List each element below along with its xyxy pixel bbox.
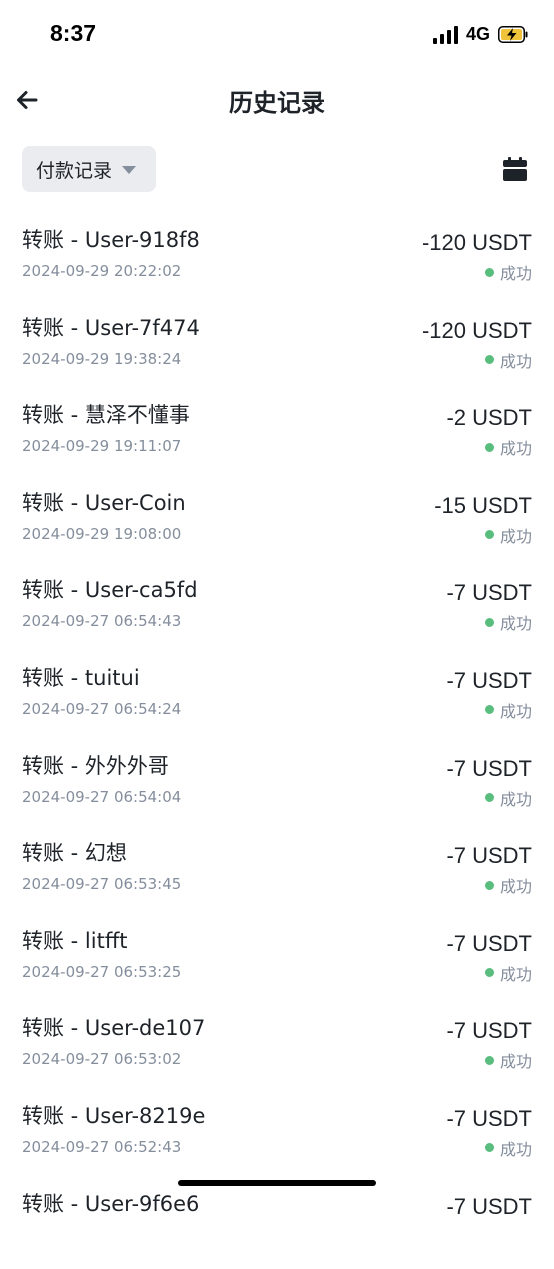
record-amount: -7 USDT	[446, 1018, 532, 1044]
record-item[interactable]: 转账 - User-918f8 2024-09-29 20:22:02 -120 U…	[0, 218, 554, 306]
record-status: 成功	[484, 348, 532, 372]
record-time: 2024-09-29 19:08:00	[22, 524, 182, 543]
record-item[interactable]: 转账 - 慧泽不懂事 2024-09-29 19:11:07 -2 USDT 成功	[0, 393, 554, 481]
record-title: 转账 - 慧泽不懂事	[22, 403, 190, 428]
record-status-label: 成功	[499, 614, 532, 634]
record-amount: -7 USDT	[446, 843, 532, 869]
battery-charging-icon	[498, 26, 528, 43]
record-time: 2024-09-29 20:22:02	[22, 262, 182, 280]
record-status-label: 成功	[499, 526, 532, 546]
record-status-label: 成功	[499, 789, 532, 809]
record-status: 成功	[484, 1136, 532, 1160]
record-status: 成功	[484, 786, 532, 810]
success-dot-icon	[484, 442, 494, 452]
record-type-dropdown[interactable]: 付款记录	[22, 146, 157, 192]
success-dot-icon	[484, 1143, 494, 1153]
record-amount: -7 USDT	[446, 930, 532, 956]
record-amount: -120 USDT	[421, 317, 532, 343]
record-item[interactable]: 转账 - User-7f474 2024-09-29 19:38:24 -120 U…	[0, 306, 554, 394]
record-status: 成功	[484, 523, 532, 547]
record-amount: -7 USDT	[446, 1193, 532, 1219]
record-title: 转账 - User-8219e	[22, 1103, 206, 1128]
record-status-label: 成功	[499, 264, 532, 283]
filter-row: 付款记录	[0, 146, 554, 194]
record-type-label: 付款记录	[36, 159, 113, 182]
record-amount: -2 USDT	[446, 405, 532, 431]
record-status-label: 成功	[499, 877, 532, 897]
record-status: 成功	[484, 260, 532, 284]
record-title: 转账 - User-Coin	[22, 490, 186, 515]
success-dot-icon	[484, 793, 494, 803]
status-time: 8:37	[50, 20, 97, 46]
success-dot-icon	[484, 355, 494, 365]
record-status: 成功	[484, 873, 532, 897]
record-item[interactable]: 转账 - User-Coin 2024-09-29 19:08:00 -15 USD…	[0, 481, 554, 569]
header: 历史记录	[0, 70, 554, 130]
record-status: 成功	[484, 610, 532, 634]
record-amount: -7 USDT	[446, 580, 532, 606]
record-status-label: 成功	[499, 1052, 532, 1072]
record-item[interactable]: 转账 - litfft 2024-09-27 06:53:25 -7 USDT 成功	[0, 919, 554, 1007]
record-list: 转账 - User-918f8 2024-09-29 20:22:02 -120 U…	[0, 218, 554, 1269]
network-label: 4G	[465, 24, 490, 44]
record-time: 2024-09-27 06:53:02	[22, 1050, 182, 1069]
record-time: 2024-09-27 06:54:04	[22, 787, 182, 806]
record-item[interactable]: 转账 - User-ca5fd 2024-09-27 06:54:43 -7 USD…	[0, 568, 554, 656]
record-status: 成功	[484, 1048, 532, 1072]
record-amount: -7 USDT	[446, 755, 532, 781]
record-amount: -7 USDT	[446, 667, 532, 693]
record-status-label: 成功	[499, 439, 532, 459]
page-title: 历史记录	[229, 89, 325, 117]
record-title: 转账 - 幻想	[22, 841, 127, 866]
record-time: 2024-09-27 06:53:45	[22, 875, 182, 894]
success-dot-icon	[484, 530, 494, 540]
record-title: 转账 - User-ca5fd	[22, 578, 198, 603]
record-title: 转账 - litfft	[22, 928, 128, 953]
record-status: 成功	[484, 435, 532, 459]
record-title: 转账 - tuitui	[22, 665, 140, 690]
success-dot-icon	[484, 880, 494, 890]
caret-down-icon	[122, 166, 137, 174]
record-title: 转账 - User-de107	[22, 1016, 206, 1041]
record-status: 成功	[484, 961, 532, 985]
success-dot-icon	[484, 705, 494, 715]
record-time: 2024-09-27 06:52:43	[22, 1137, 182, 1156]
record-item[interactable]: 转账 - User-de107 2024-09-27 06:53:02 -7 USD…	[0, 1006, 554, 1094]
record-item[interactable]: 转账 - User-9f6e6 -7 USDT	[0, 1182, 554, 1269]
record-status: 成功	[484, 698, 532, 722]
status-indicators: 4G	[432, 24, 528, 45]
record-time: 2024-09-29 19:38:24	[22, 349, 182, 368]
record-item[interactable]: 转账 - 幻想 2024-09-27 06:53:45 -7 USDT 成功	[0, 831, 554, 919]
record-title: 转账 - User-918f8	[22, 228, 200, 252]
record-item[interactable]: 转账 - 外外外哥 2024-09-27 06:54:04 -7 USDT 成功	[0, 744, 554, 832]
record-time: 2024-09-27 06:53:25	[22, 962, 182, 981]
record-time: 2024-09-27 06:54:43	[22, 612, 182, 631]
success-dot-icon	[484, 1055, 494, 1065]
record-amount: -7 USDT	[446, 1105, 532, 1131]
success-dot-icon	[484, 267, 494, 277]
record-status-label: 成功	[499, 964, 532, 984]
record-title: 转账 - User-7f474	[22, 315, 200, 340]
signal-icon	[432, 25, 458, 44]
record-status-label: 成功	[499, 701, 532, 721]
record-status-label: 成功	[499, 351, 532, 371]
success-dot-icon	[484, 968, 494, 978]
record-amount: -15 USDT	[434, 492, 532, 518]
record-title: 转账 - User-9f6e6	[22, 1191, 200, 1216]
record-amount: -120 USDT	[421, 230, 532, 255]
record-title: 转账 - 外外外哥	[22, 753, 169, 778]
calendar-icon[interactable]	[502, 156, 528, 182]
status-bar: 8:37 4G	[0, 0, 554, 70]
record-time: 2024-09-27 06:54:24	[22, 699, 182, 718]
record-status-label: 成功	[499, 1139, 532, 1159]
record-time: 2024-09-29 19:11:07	[22, 437, 182, 456]
success-dot-icon	[484, 617, 494, 627]
home-indicator	[178, 1180, 376, 1186]
record-item[interactable]: 转账 - tuitui 2024-09-27 06:54:24 -7 USDT 成功	[0, 656, 554, 744]
record-item[interactable]: 转账 - User-8219e 2024-09-27 06:52:43 -7 USD…	[0, 1094, 554, 1182]
